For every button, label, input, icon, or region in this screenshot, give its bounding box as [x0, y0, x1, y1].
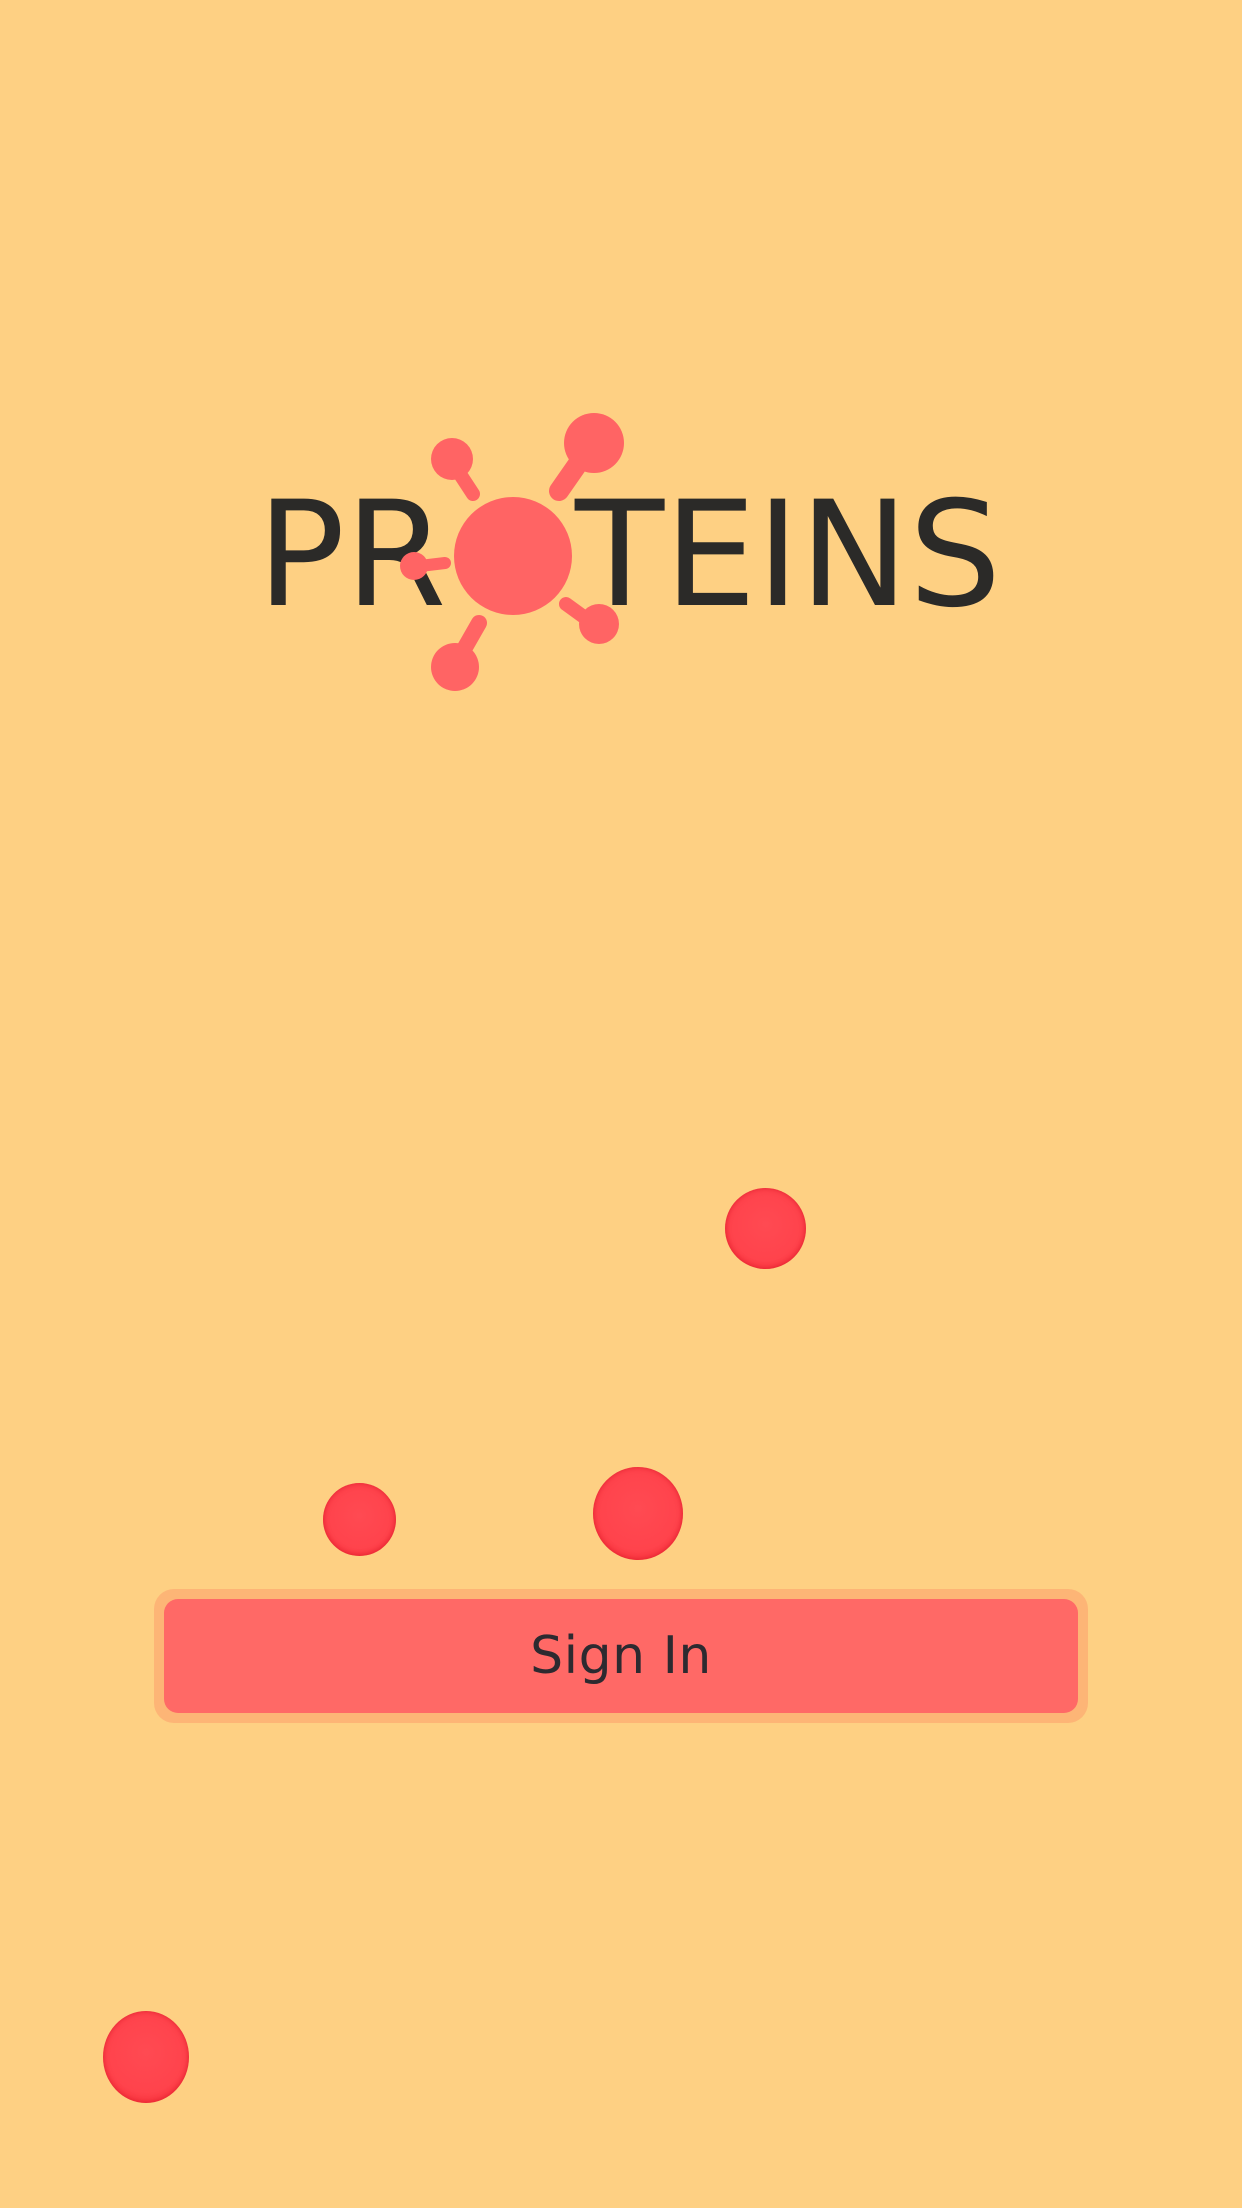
proteins-logo: PR TEINS — [0, 0, 1242, 2208]
protein-molecule-icon — [400, 413, 624, 691]
red-bubble — [323, 1483, 396, 1556]
red-bubble — [725, 1188, 806, 1269]
logo-letters-left: PR — [257, 470, 447, 640]
logo-text: PR TEINS — [257, 470, 1001, 640]
red-bubble — [593, 1467, 683, 1560]
red-bubble — [103, 2011, 189, 2103]
sign-in-button[interactable]: Sign In — [164, 1599, 1078, 1713]
logo-letters-right: TEINS — [574, 470, 1001, 640]
signin-button-frame: Sign In — [154, 1589, 1088, 1723]
sign-in-label: Sign In — [530, 1626, 712, 1686]
